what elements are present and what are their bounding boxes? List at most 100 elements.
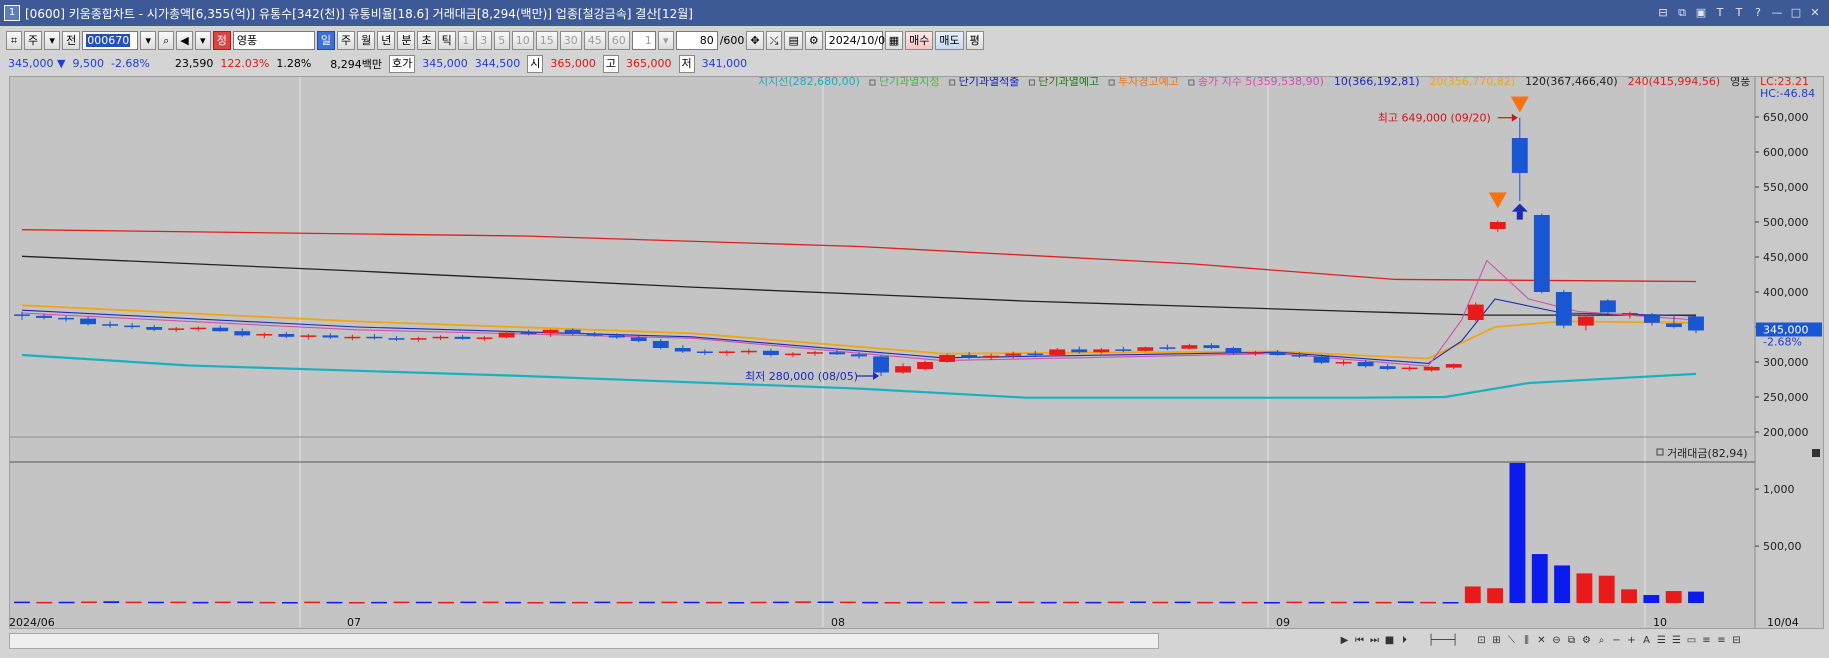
code-dropdown-icon[interactable]: ▾ — [140, 30, 157, 50]
trend-tool-icon[interactable]: ⤯ — [765, 30, 783, 50]
volume-bar — [81, 601, 97, 604]
expand-icon[interactable]: ⊟ — [1730, 634, 1743, 648]
volume-bar — [1107, 601, 1124, 604]
period-day-button[interactable]: 일 — [316, 30, 335, 50]
volume-bar — [460, 601, 477, 604]
line-tool-icon[interactable]: ⟍ — [1505, 634, 1518, 648]
list-icon[interactable]: ☰ — [1655, 634, 1668, 648]
candle-body — [1115, 349, 1132, 351]
volume-bar — [1509, 462, 1526, 603]
candle-body — [586, 334, 603, 336]
period-minute-button[interactable]: 분 — [397, 30, 416, 50]
help-icon[interactable]: ? — [1750, 5, 1766, 21]
scroll-next-icon[interactable]: ▶ — [1338, 634, 1351, 648]
period-year-button[interactable]: 년 — [377, 30, 396, 50]
scroll-last-icon[interactable]: ⏭ — [1368, 634, 1381, 648]
crosshair-tool-icon[interactable]: ✥ — [746, 30, 764, 50]
grid-tool-icon[interactable]: ⊞ — [1490, 634, 1503, 648]
legend-item: 지지선(282,680,00) — [758, 77, 860, 88]
font-down-icon[interactable]: T — [1731, 5, 1747, 21]
period-month-button[interactable]: 월 — [357, 30, 376, 50]
indicator-icon[interactable]: ≡ — [1715, 634, 1728, 648]
candle-body — [807, 352, 823, 354]
volume-bar — [839, 601, 856, 604]
interval-10-button[interactable]: 10 — [511, 30, 534, 50]
interval-15-button[interactable]: 15 — [535, 30, 558, 50]
sell-button[interactable]: 매도 — [935, 30, 964, 50]
close-icon[interactable]: ✕ — [1807, 5, 1823, 21]
candle-body — [1401, 367, 1418, 370]
stock-code-input[interactable]: 000670 — [82, 30, 139, 50]
volume-bar — [1241, 601, 1258, 604]
gear-icon[interactable]: ⚙ — [804, 30, 823, 50]
text-a-icon[interactable]: A — [1640, 634, 1653, 648]
menu-icon[interactable]: ≡ — [1700, 634, 1713, 648]
volume-bar — [1598, 575, 1615, 603]
minimize-icon[interactable]: — — [1769, 5, 1785, 21]
candle-body — [696, 351, 713, 353]
volume-bar — [1197, 601, 1213, 604]
volume-bar — [1085, 601, 1102, 604]
volume-bar — [1688, 591, 1704, 603]
settings-tool-icon[interactable]: ⚙ — [1580, 634, 1593, 648]
candle-body — [410, 338, 427, 340]
sound-icon[interactable]: ◀ — [176, 30, 193, 50]
chart-scrollbar[interactable] — [9, 633, 1159, 649]
font-up-icon[interactable]: T — [1712, 5, 1728, 21]
period-tick-button[interactable]: 틱 — [437, 30, 456, 50]
date-input[interactable]: 2024/10/04 — [824, 30, 892, 50]
candle-body — [873, 356, 889, 373]
x-axis: 2024/06 07 08 09 10 10/04 — [9, 616, 1824, 629]
candle-body — [36, 315, 52, 318]
zoom-out-icon[interactable]: − — [1610, 634, 1623, 648]
draw-tool-icon[interactable]: ⊡ — [1475, 634, 1488, 648]
app-icon[interactable]: 1 — [4, 5, 20, 21]
volume-bar — [1308, 601, 1325, 604]
list-alt-icon[interactable]: ☰ — [1670, 634, 1683, 648]
interval-dropdown-icon[interactable]: ▾ — [657, 30, 674, 50]
volume-bar — [906, 601, 923, 604]
ruler-icon[interactable]: ▭ — [1685, 634, 1698, 648]
settings-dropdown-icon[interactable]: ▾ — [194, 30, 211, 50]
search-icon[interactable]: ⌕ — [158, 30, 175, 50]
interval-45-button[interactable]: 45 — [583, 30, 606, 50]
stock-type-select[interactable]: 주 — [24, 30, 43, 50]
layout-icon[interactable]: ⊟ — [1655, 5, 1671, 21]
chart-tool-icon[interactable]: ⌗ — [6, 30, 22, 50]
copy-window-icon[interactable]: ⧉ — [1674, 5, 1690, 21]
zoom-slider-icon[interactable]: ├───┤ — [1413, 634, 1473, 648]
volume-bar — [192, 601, 209, 604]
save-icon[interactable]: ▤ — [784, 30, 803, 50]
candle-body — [740, 350, 757, 353]
volume-bar — [1554, 565, 1571, 603]
stop-icon[interactable]: ■ — [1383, 634, 1396, 648]
copy-tool-icon[interactable]: ⧉ — [1565, 634, 1578, 648]
cross-tool-icon[interactable]: ✕ — [1535, 634, 1548, 648]
interval-input[interactable]: 1 — [631, 30, 656, 50]
calendar-icon[interactable]: ▦ — [884, 30, 904, 50]
candle-body — [432, 336, 449, 339]
zoom-in-icon[interactable]: + — [1625, 634, 1638, 648]
interval-5-button[interactable]: 5 — [493, 30, 510, 50]
search-zoom-icon[interactable]: ⌕ — [1595, 634, 1608, 648]
link-icon[interactable]: ▣ — [1693, 5, 1709, 21]
eval-button[interactable]: 평 — [965, 30, 984, 50]
interval-60-button[interactable]: 60 — [607, 30, 630, 50]
buy-button[interactable]: 매수 — [905, 30, 934, 50]
dropdown-arrow-icon[interactable]: ▾ — [44, 30, 61, 50]
interval-1-button[interactable]: 1 — [457, 30, 474, 50]
count-input[interactable]: 80 — [675, 30, 718, 50]
fib-tool-icon[interactable]: ⫼ — [1520, 634, 1533, 648]
text-tool-icon[interactable]: ⊖ — [1550, 634, 1563, 648]
all-button[interactable]: 전 — [62, 30, 81, 50]
interval-30-button[interactable]: 30 — [559, 30, 582, 50]
maximize-icon[interactable]: □ — [1788, 5, 1804, 21]
candle-body — [1203, 345, 1220, 348]
stock-name-field[interactable]: 영풍 — [232, 30, 315, 50]
scroll-first-icon[interactable]: ⏮ — [1353, 634, 1366, 648]
play-icon[interactable]: ⏵ — [1398, 634, 1411, 648]
period-second-button[interactable]: 초 — [417, 30, 436, 50]
interval-3-button[interactable]: 3 — [475, 30, 492, 50]
price-chart[interactable]: 650,000 600,000 550,000 500,000 450,000 400,0… — [10, 77, 1823, 628]
period-week-button[interactable]: 주 — [336, 30, 356, 50]
